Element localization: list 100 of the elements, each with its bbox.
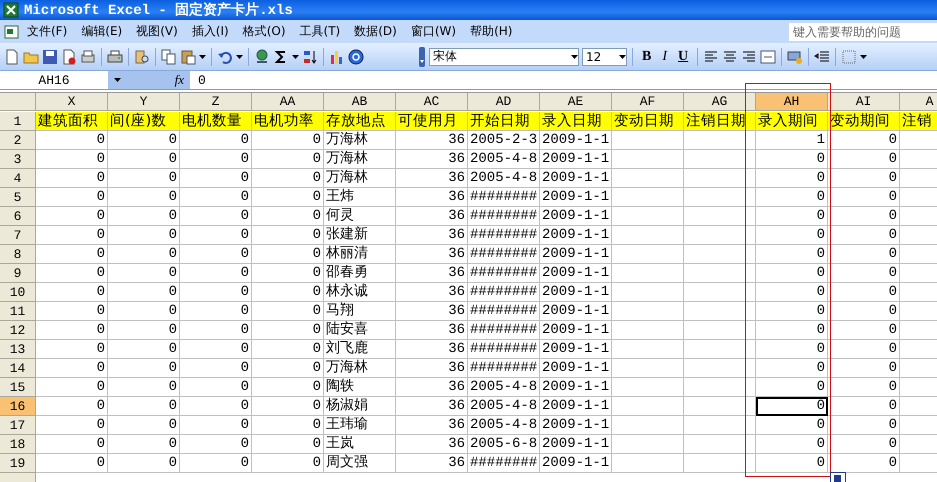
table-cell: 2009-1-1	[540, 340, 612, 359]
table-cell: ########	[468, 188, 540, 207]
column-header[interactable]: AF	[612, 93, 684, 111]
table-cell: 0	[36, 207, 108, 226]
row-header[interactable]: 10	[0, 283, 36, 302]
caret-icon[interactable]	[292, 54, 299, 58]
row-header[interactable]: 5	[0, 188, 36, 207]
underline-button[interactable]: U	[674, 48, 692, 64]
bold-button[interactable]: B	[638, 48, 656, 64]
caret-icon[interactable]	[199, 54, 206, 58]
table-cell: ########	[468, 302, 540, 321]
table-cell: 0	[828, 245, 900, 264]
caret-icon[interactable]	[114, 78, 121, 82]
row-header[interactable]: 16	[0, 397, 36, 416]
table-cell: 2009-1-1	[540, 150, 612, 169]
indent-icon[interactable]	[814, 48, 830, 64]
currency-icon[interactable]	[787, 48, 804, 64]
excel-logo-icon[interactable]	[3, 2, 19, 18]
menu-item[interactable]: 格式(O)	[236, 21, 293, 42]
paste-icon[interactable]	[180, 48, 196, 64]
menu-item[interactable]: 编辑(E)	[74, 21, 130, 42]
caret-icon[interactable]	[860, 54, 868, 58]
permission-icon[interactable]	[61, 48, 77, 64]
table-cell: 0	[36, 131, 108, 150]
column-header[interactable]: Z	[180, 93, 252, 111]
column-header[interactable]: AB	[324, 93, 396, 111]
column-header[interactable]: AD	[468, 93, 540, 111]
caret-icon[interactable]	[619, 54, 626, 58]
column-header[interactable]: AC	[396, 93, 468, 111]
column-header[interactable]: AI	[828, 93, 900, 111]
table-cell: 林永诚	[324, 283, 396, 302]
row-header[interactable]: 17	[0, 416, 36, 435]
row-header[interactable]: 14	[0, 359, 36, 378]
row-header[interactable]: 12	[0, 321, 36, 340]
borders-icon[interactable]	[841, 48, 858, 64]
caret-icon[interactable]	[236, 54, 243, 58]
bar-chart-icon[interactable]	[329, 48, 345, 64]
insert-function-button[interactable]: fx	[174, 72, 184, 88]
sort-ascending-icon[interactable]	[302, 48, 318, 64]
empty-cell	[684, 245, 756, 264]
copy-icon[interactable]	[161, 48, 177, 64]
row-header[interactable]: 9	[0, 264, 36, 283]
align-left-icon[interactable]	[703, 48, 720, 64]
print-icon[interactable]	[80, 48, 96, 64]
row-header[interactable]: 3	[0, 150, 36, 169]
column-header[interactable]: AG	[684, 93, 756, 111]
paste-options-icon[interactable]	[830, 472, 846, 482]
row-header[interactable]: 2	[0, 131, 36, 150]
column-header[interactable]: A	[900, 93, 937, 111]
row-header[interactable]: 15	[0, 378, 36, 397]
formula-field[interactable]: 0	[190, 72, 206, 88]
row-header[interactable]: 4	[0, 169, 36, 188]
save-icon[interactable]	[42, 48, 58, 64]
printer-icon[interactable]	[107, 48, 123, 64]
row-header[interactable]: 18	[0, 435, 36, 454]
help-icon[interactable]	[348, 48, 364, 64]
spreadsheet-icon[interactable]	[4, 24, 20, 40]
row-header[interactable]: 7	[0, 226, 36, 245]
align-right-icon[interactable]	[741, 48, 758, 64]
row-header[interactable]: 19	[0, 454, 36, 473]
menu-item[interactable]: 帮助(H)	[463, 21, 520, 42]
column-header[interactable]: AH	[756, 93, 828, 111]
table-cell: 0	[108, 150, 180, 169]
caret-icon[interactable]	[571, 54, 578, 58]
italic-button[interactable]: I	[658, 48, 672, 64]
menu-item[interactable]: 文件(F)	[20, 21, 74, 42]
menu-item[interactable]: 工具(T)	[292, 21, 348, 42]
font-size-dropdown[interactable]: 12	[582, 48, 627, 66]
name-box[interactable]: AH16	[0, 72, 108, 88]
menu-item[interactable]: 视图(V)	[129, 21, 185, 42]
column-header[interactable]: Y	[108, 93, 180, 111]
menu-item[interactable]: 插入(I)	[184, 21, 236, 42]
align-center-icon[interactable]	[722, 48, 738, 64]
help-search-field[interactable]: 键入需要帮助的问题	[789, 22, 937, 40]
table-cell: 0	[828, 321, 900, 340]
row-header[interactable]: 8	[0, 245, 36, 264]
column-header[interactable]: AA	[252, 93, 324, 111]
research-icon[interactable]	[134, 48, 150, 64]
menu-item[interactable]: 数据(D)	[347, 21, 404, 42]
table-cell: 2005-4-8	[468, 416, 540, 435]
row-header[interactable]: 1	[0, 112, 36, 131]
globe-link-icon[interactable]	[254, 48, 270, 64]
table-cell: 0	[36, 302, 108, 321]
row-header[interactable]: 13	[0, 340, 36, 359]
table-cell: 2005-2-3	[468, 131, 540, 150]
menu-item[interactable]: 窗口(W)	[404, 21, 464, 42]
column-header[interactable]: X	[36, 93, 108, 111]
empty-cell	[612, 131, 684, 150]
column-header[interactable]: AE	[540, 93, 612, 111]
row-header[interactable]: 6	[0, 207, 36, 226]
table-cell: 2009-1-1	[540, 435, 612, 454]
row-header[interactable]: 11	[0, 302, 36, 321]
new-document-icon[interactable]	[4, 48, 20, 64]
table-cell: 0	[252, 378, 324, 397]
toolbar-options-icon[interactable]	[418, 46, 426, 68]
table-cell: 0	[252, 397, 324, 416]
table-cell: 0	[828, 378, 900, 397]
merge-center-icon[interactable]	[760, 48, 776, 64]
table-cell: 0	[36, 378, 108, 397]
font-name-dropdown[interactable]: 宋体	[429, 48, 579, 66]
